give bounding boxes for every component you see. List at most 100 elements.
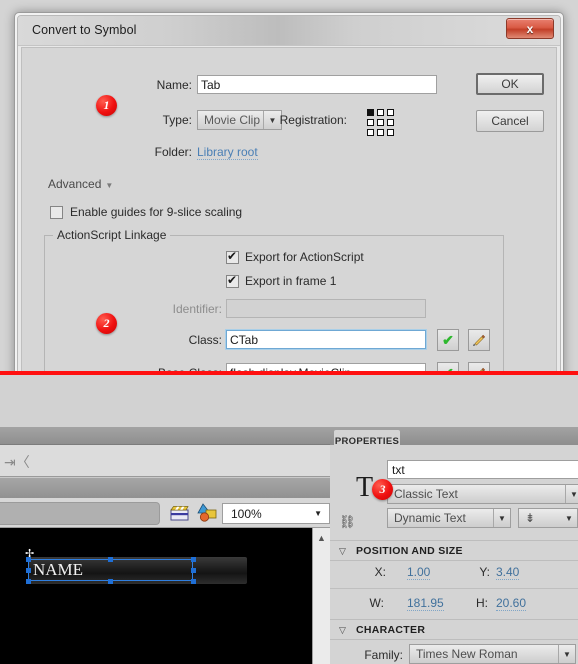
x-label: X: — [374, 565, 386, 579]
dialog-titlebar: Convert to Symbol x — [18, 16, 560, 46]
reg-cell-top-right[interactable] — [387, 109, 394, 116]
x-value[interactable]: 1.00 — [407, 565, 431, 580]
ide-top-bar — [0, 427, 330, 445]
identifier-label: Identifier: — [172, 302, 222, 316]
export-for-actionscript-checkbox[interactable] — [226, 249, 239, 264]
export-in-frame-1-checkbox[interactable] — [226, 273, 239, 288]
properties-panel: PROPERTIES T txt Classic Text ▼ Dynamic … — [330, 427, 578, 664]
name-input[interactable]: Tab — [197, 75, 437, 94]
text-engine-select[interactable]: Classic Text ▼ — [387, 484, 578, 504]
w-value[interactable]: 181.95 — [407, 596, 444, 611]
chevron-down-icon: ▼ — [498, 513, 506, 523]
gap-band — [0, 375, 578, 427]
triangle-down-icon: ▽ — [339, 546, 346, 556]
instance-name-input[interactable]: txt — [387, 460, 578, 479]
annotation-badge-2: 2 — [96, 313, 117, 334]
reg-cell-top-center[interactable] — [377, 109, 384, 116]
nine-slice-label: Enable guides for 9-slice scaling — [70, 205, 243, 219]
h-value[interactable]: 20.60 — [496, 596, 527, 611]
character-section-header[interactable]: ▽ CHARACTER — [330, 619, 578, 640]
advanced-label: Advanced — [48, 177, 102, 191]
selection-handle-tc[interactable] — [108, 557, 113, 562]
character-title: CHARACTER — [356, 624, 426, 636]
font-family-select[interactable]: Times New Roman ▼ — [409, 644, 576, 664]
close-icon: x — [526, 21, 534, 36]
close-button[interactable]: x — [506, 18, 554, 39]
paragraph-direction-icon: ⇟ — [525, 511, 536, 525]
name-label: Name: — [156, 78, 192, 92]
nine-slice-checkbox[interactable] — [50, 206, 63, 219]
family-label: Family: — [364, 648, 403, 662]
stage-vertical-scrollbar[interactable]: ▲ — [312, 528, 330, 664]
scroll-up-icon[interactable]: ▲ — [317, 533, 326, 543]
class-input[interactable]: CTab — [225, 329, 427, 350]
y-value[interactable]: 3.40 — [496, 565, 520, 580]
ide-tool-row: 100% ▼ — [0, 498, 330, 528]
position-and-size-title: POSITION AND SIZE — [356, 545, 463, 557]
zoom-level-select[interactable]: 100% ▼ — [222, 503, 330, 524]
screenshot-root: Convert to Symbol x Name: Tab Type: Movi… — [0, 0, 578, 664]
zoom-level-value: 100% — [231, 506, 262, 521]
reg-cell-middle-center[interactable] — [377, 119, 384, 126]
back-arrow-icon[interactable]: ⇥〈 — [4, 452, 30, 472]
selection-handle-tr[interactable] — [191, 557, 196, 562]
check-icon: ✔ — [442, 331, 454, 348]
reg-cell-bottom-right[interactable] — [387, 129, 394, 136]
chevron-down-icon: ▼ — [563, 649, 571, 659]
selection-bounding-box — [28, 559, 193, 581]
selection-handle-bl[interactable] — [26, 579, 31, 584]
reg-cell-middle-right[interactable] — [387, 119, 394, 126]
tab-properties[interactable]: PROPERTIES — [334, 430, 400, 452]
annotation-badge-3: 3 — [372, 479, 393, 500]
identifier-input — [226, 299, 426, 318]
properties-panel-body: T txt Classic Text ▼ Dynamic Text ▼ ⇟ ▼ … — [330, 452, 578, 664]
edit-scene-icon[interactable] — [170, 505, 190, 521]
chevron-down-icon: ▼ — [570, 489, 578, 499]
selection-handle-mr[interactable] — [191, 568, 196, 573]
lock-aspect-ratio-icon[interactable]: ⛓ — [339, 514, 356, 530]
edit-bar-slab — [0, 502, 160, 525]
text-type-value: Dynamic Text — [394, 511, 466, 525]
ok-button[interactable]: OK — [476, 73, 544, 95]
selection-handle-ml[interactable] — [26, 568, 31, 573]
registration-label: Registration: — [279, 113, 347, 127]
paragraph-direction-select[interactable]: ⇟ ▼ — [518, 508, 578, 528]
selection-handle-tl[interactable] — [26, 557, 31, 562]
reg-cell-top-left[interactable] — [367, 109, 374, 116]
type-label: Type: — [162, 113, 192, 127]
export-in-frame-1-label: Export in frame 1 — [245, 274, 337, 288]
reg-cell-bottom-center[interactable] — [377, 129, 384, 136]
pencil-icon — [473, 334, 486, 346]
chevron-down-icon: ▼ — [565, 513, 573, 523]
export-for-actionscript-label: Export for ActionScript — [245, 250, 364, 264]
position-and-size-section-header[interactable]: ▽ POSITION AND SIZE — [330, 540, 578, 561]
selection-handle-br[interactable] — [191, 579, 196, 584]
validate-class-button[interactable]: ✔ — [437, 329, 459, 351]
triangle-down-icon: ▼ — [105, 181, 114, 190]
selection-handle-bc[interactable] — [108, 579, 113, 584]
edit-class-button[interactable] — [468, 329, 490, 351]
y-label: Y: — [479, 565, 490, 579]
ide-secondary-band — [0, 478, 330, 498]
text-engine-value: Classic Text — [394, 487, 458, 501]
class-label: Class: — [188, 333, 222, 347]
folder-label: Folder: — [154, 145, 192, 159]
h-label: H: — [476, 596, 488, 610]
advanced-toggle[interactable]: Advanced ▼ — [48, 177, 113, 191]
reg-cell-bottom-left[interactable] — [367, 129, 374, 136]
folder-link[interactable]: Library root — [197, 145, 258, 160]
w-label: W: — [369, 596, 384, 610]
font-family-value: Times New Roman — [416, 647, 518, 661]
reg-cell-middle-left[interactable] — [367, 119, 374, 126]
divider — [330, 588, 578, 589]
actionscript-linkage-title: ActionScript Linkage — [53, 228, 171, 242]
edit-symbol-icon[interactable] — [197, 503, 219, 523]
dialog-title: Convert to Symbol — [32, 23, 137, 37]
stage-canvas[interactable]: NAME ✢ — [0, 528, 312, 664]
cancel-button[interactable]: Cancel — [476, 110, 544, 132]
chevron-down-icon: ▼ — [314, 509, 322, 518]
breadcrumb: ⇥〈 — [0, 445, 330, 477]
registration-point-grid[interactable] — [367, 109, 395, 137]
text-type-select[interactable]: Dynamic Text ▼ — [387, 508, 511, 528]
annotation-badge-1: 1 — [96, 95, 117, 116]
